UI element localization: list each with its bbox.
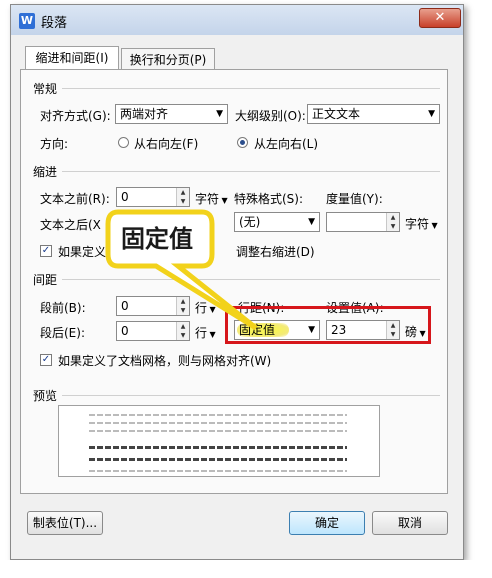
indent-before-unit-select[interactable]: 字符 ▼ [195,190,228,207]
indent-before-unit: 字符 [195,192,220,206]
outline-level-select[interactable]: 正文文本 ▼ [307,104,440,124]
tab-indent-spacing[interactable]: 缩进和间距(I) [25,46,119,70]
rtl-radio[interactable] [118,137,129,148]
title-bar[interactable]: W 段落 ✕ [11,5,463,35]
torn-edge-bottom [0,560,492,578]
auto-adjust-checkbox[interactable]: ✓ [40,245,52,257]
dialog-title: 段落 [41,16,68,31]
spin-arrows-icon[interactable]: ▲ ▼ [386,213,399,231]
divider [62,395,440,396]
direction-label: 方向: [40,137,69,151]
chevron-down-icon: ▼ [308,217,315,227]
measure-unit: 字符 [405,217,430,231]
space-after-label: 段后(E): [40,326,85,340]
indent-before-spinner[interactable]: 0 ▲ ▼ [116,187,190,207]
special-format-label: 特殊格式(S): [234,192,304,206]
section-indent: 缩进 [33,165,58,179]
close-button[interactable]: ✕ [419,8,461,28]
section-preview: 预览 [33,389,58,403]
rtl-label: 从右向左(F) [134,137,199,151]
measure-label: 度量值(Y): [326,192,383,206]
preview-line [89,470,347,472]
cancel-button[interactable]: 取消 [372,511,448,535]
preview-box [58,405,380,477]
tab-line-page-breaks[interactable]: 换行和分页(P) [121,48,215,70]
space-before-label: 段前(B): [40,301,86,315]
callout-text: 固定值 [121,225,193,253]
ltr-radio[interactable] [237,137,248,148]
alignment-label: 对齐方式(G): [40,109,111,123]
chevron-down-icon: ▼ [428,109,435,119]
wps-writer-icon: W [19,13,35,29]
preview-line [89,446,347,449]
indent-before-value: 0 [121,190,129,204]
indent-after-label: 文本之后(X [40,218,101,232]
outline-level-label: 大纲级别(O): [235,109,306,123]
section-spacing: 间距 [33,273,58,287]
outline-level-value: 正文文本 [312,107,361,121]
alignment-select[interactable]: 两端对齐 ▼ [115,104,228,124]
preview-line [89,458,347,461]
tab-stops-button[interactable]: 制表位(T)... [27,511,103,535]
ok-button[interactable]: 确定 [289,511,365,535]
divider [62,88,440,89]
grid-align-label: 如果定义了文档网格，则与网格对齐(W) [58,354,272,368]
divider [62,171,440,172]
alignment-value: 两端对齐 [120,107,169,121]
torn-edge-right [463,0,492,578]
section-general: 常规 [33,82,58,96]
ltr-label: 从左向右(L) [254,137,319,151]
measure-spinner[interactable]: ▲ ▼ [326,212,400,232]
measure-unit-select[interactable]: 字符 ▼ [405,215,438,232]
preview-line [89,414,347,416]
chevron-down-icon: ▼ [216,109,223,119]
grid-align-checkbox[interactable]: ✓ [40,354,52,366]
indent-before-label: 文本之前(R): [40,192,110,206]
spin-arrows-icon[interactable]: ▲ ▼ [176,188,189,206]
preview-line [89,422,347,424]
preview-line [89,430,347,432]
